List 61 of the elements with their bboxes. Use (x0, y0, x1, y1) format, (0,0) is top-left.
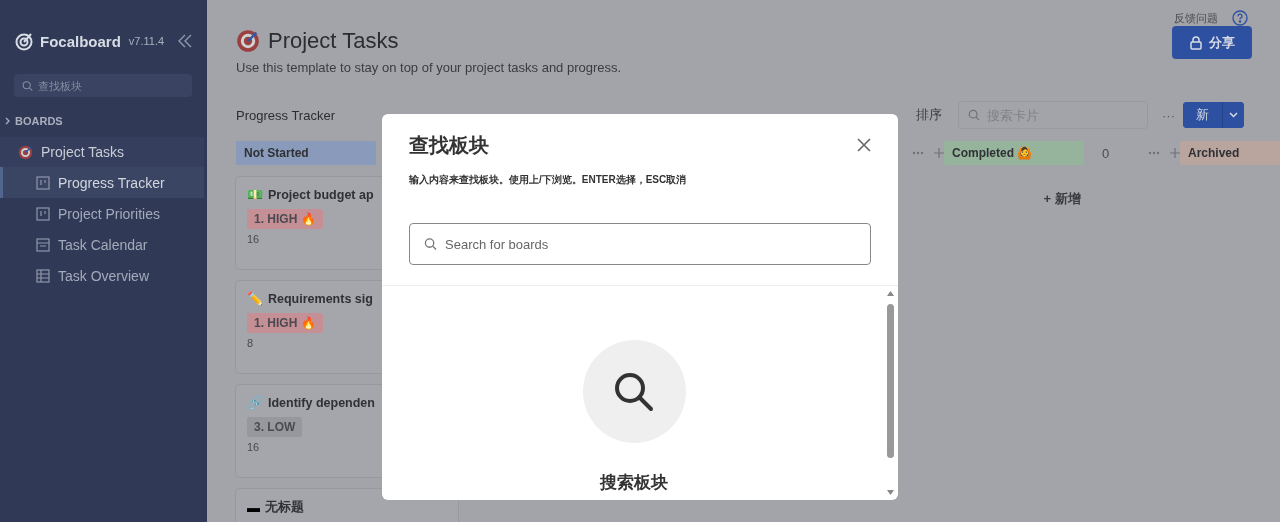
column-header: Completed 🙆 (944, 141, 1084, 165)
app-version: v7.11.4 (128, 35, 165, 47)
collapse-sidebar-button[interactable] (177, 34, 193, 48)
search-icon (22, 80, 33, 91)
board-search-field[interactable]: Search for boards (409, 223, 871, 265)
card-icon: 💵 (247, 187, 263, 202)
sidebar-search-field[interactable]: 查找板块 (14, 74, 192, 97)
section-label: BOARDS (15, 115, 63, 127)
board-icon (36, 206, 50, 221)
caret-icon (1229, 112, 1238, 118)
empty-state-label: 搜索板块 (600, 472, 668, 494)
card-title: Requirements sig (268, 291, 373, 306)
table-icon (36, 268, 50, 283)
search-icon (968, 109, 980, 121)
card-title: 无标题 (265, 499, 304, 516)
close-button[interactable] (857, 138, 871, 152)
card-value: 16 (247, 441, 260, 453)
sidebar-view-item[interactable]: Task Calendar (0, 229, 204, 260)
sidebar-view-item[interactable]: Progress Tracker (0, 167, 204, 198)
card-icon: ▬ (247, 500, 260, 515)
feedback-link[interactable]: 反馈问题 (1174, 10, 1218, 26)
card-title: Identify dependen (268, 395, 375, 410)
board-description: Use this template to stay on top of your project tasks and progress. (236, 60, 623, 75)
more-button[interactable]: ··· (1162, 107, 1175, 123)
target-icon (18, 144, 33, 160)
card-icon: ✏ (247, 291, 263, 306)
toolbar-action[interactable]: 排序 (916, 106, 942, 124)
card-title: Project budget ap (268, 187, 374, 202)
app-name: Focalboard (40, 32, 121, 50)
logo-icon (14, 31, 34, 51)
lock-icon (1189, 35, 1202, 50)
target-icon (236, 29, 260, 53)
board-title: Project Tasks (268, 28, 399, 54)
more-icon[interactable] (1148, 151, 1160, 155)
sidebar-view-item[interactable]: Task Overview (0, 260, 204, 291)
more-icon[interactable] (912, 151, 924, 155)
card-value: 16 (247, 233, 260, 245)
priority-tag: 1. HIGH 🔥 (247, 313, 323, 333)
sidebar-board-item[interactable]: Project Tasks (0, 137, 204, 167)
scroll-down-icon[interactable] (887, 490, 894, 495)
add-icon[interactable] (1170, 148, 1180, 158)
dropdown-button[interactable] (1222, 102, 1244, 128)
board-icon (36, 175, 50, 190)
priority-tag: 1. HIGH 🔥 (247, 209, 323, 229)
column-header: Archived (1180, 141, 1280, 165)
card-value: 8 (247, 337, 254, 349)
chevron-icon (4, 117, 11, 125)
scrollbar-thumb[interactable] (887, 304, 894, 458)
card-icon: 🔗 (247, 395, 263, 410)
add-card-button[interactable]: + 新增 (1037, 189, 1087, 209)
calendar-icon (36, 237, 50, 252)
dialog-title: 查找板块 (409, 133, 490, 158)
column-count: 0 (1102, 145, 1110, 161)
priority-tag: 3. LOW (247, 417, 303, 437)
column-header: Not Started (236, 141, 376, 165)
sidebar-view-item[interactable]: Project Priorities (0, 198, 204, 229)
scroll-up-icon[interactable] (887, 291, 894, 296)
help-icon[interactable] (1232, 10, 1248, 26)
add-icon[interactable] (934, 148, 944, 158)
share-button[interactable]: 分享 (1172, 26, 1252, 59)
search-icon (424, 237, 437, 251)
